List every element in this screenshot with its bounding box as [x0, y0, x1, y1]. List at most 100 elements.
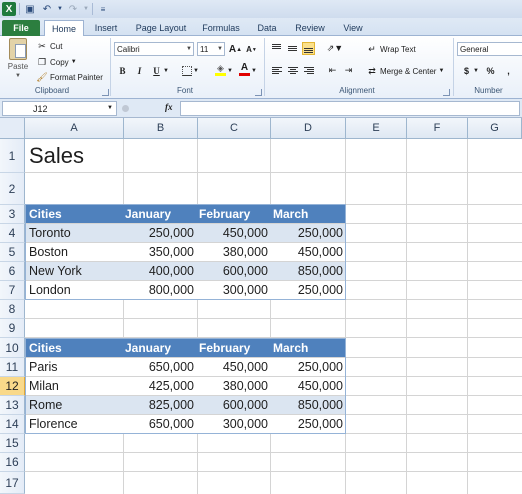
- column-header-d[interactable]: D: [271, 118, 346, 139]
- cut-button[interactable]: ✂ Cut: [36, 40, 62, 52]
- middle-align-button[interactable]: [286, 42, 299, 55]
- percent-button[interactable]: %: [484, 64, 497, 77]
- january-cell[interactable]: 650,000: [123, 358, 196, 376]
- tab-data[interactable]: Data: [250, 20, 284, 36]
- formula-bar-handle[interactable]: [122, 105, 129, 112]
- tab-review[interactable]: Review: [288, 20, 332, 36]
- city-cell[interactable]: Milan: [27, 377, 122, 395]
- borders-button[interactable]: [180, 64, 193, 77]
- column-header-g[interactable]: G: [468, 118, 522, 139]
- name-box[interactable]: J12 ▼: [2, 101, 117, 116]
- city-cell[interactable]: Rome: [27, 396, 122, 414]
- align-right-button[interactable]: [302, 64, 315, 77]
- top-align-button[interactable]: [270, 42, 283, 55]
- february-cell[interactable]: 450,000: [197, 224, 270, 242]
- orientation-button[interactable]: ⇗▼: [326, 42, 344, 55]
- city-cell[interactable]: Toronto: [27, 224, 122, 242]
- march-cell[interactable]: 250,000: [271, 415, 345, 433]
- table2-header-cities[interactable]: Cities: [27, 339, 122, 357]
- worksheet-grid[interactable]: A B C D E F G 1 2 3 4 5 6 7 8 9 10 11 12…: [0, 118, 522, 494]
- redo-icon[interactable]: ↷: [66, 2, 80, 16]
- march-cell[interactable]: 450,000: [271, 243, 345, 261]
- february-cell[interactable]: 300,000: [197, 281, 270, 299]
- shrink-font-button[interactable]: A ▼: [245, 43, 258, 56]
- merge-center-button[interactable]: ⇄ Merge & Center ▼: [366, 65, 444, 77]
- row-header-6[interactable]: 6: [0, 262, 25, 281]
- sheet-title-cell[interactable]: Sales: [29, 139, 84, 173]
- february-cell[interactable]: 600,000: [197, 262, 270, 280]
- january-cell[interactable]: 400,000: [123, 262, 196, 280]
- clipboard-launcher-icon[interactable]: [102, 89, 109, 96]
- fill-color-button[interactable]: ◈: [214, 62, 227, 77]
- alignment-launcher-icon[interactable]: [443, 89, 450, 96]
- row-header-8[interactable]: 8: [0, 300, 25, 319]
- wrap-text-button[interactable]: ↵ Wrap Text: [366, 43, 416, 55]
- tab-view[interactable]: View: [336, 20, 370, 36]
- table2-header-march[interactable]: March: [271, 339, 343, 357]
- undo-icon[interactable]: ↶: [40, 2, 54, 16]
- january-cell[interactable]: 825,000: [123, 396, 196, 414]
- currency-button[interactable]: $: [460, 64, 473, 77]
- january-cell[interactable]: 425,000: [123, 377, 196, 395]
- march-cell[interactable]: 250,000: [271, 358, 345, 376]
- row-header-5[interactable]: 5: [0, 243, 25, 262]
- redo-dropdown-icon[interactable]: ▼: [83, 2, 89, 16]
- january-cell[interactable]: 350,000: [123, 243, 196, 261]
- row-header-17[interactable]: 17: [0, 472, 25, 494]
- column-header-b[interactable]: B: [124, 118, 198, 139]
- customize-toolbar-icon[interactable]: ≡: [96, 2, 110, 16]
- row-header-7[interactable]: 7: [0, 281, 25, 300]
- row-header-9[interactable]: 9: [0, 319, 25, 338]
- row-header-2[interactable]: 2: [0, 173, 25, 205]
- paste-button[interactable]: Paste ▼: [4, 38, 32, 82]
- select-all-corner[interactable]: [0, 118, 25, 139]
- city-cell[interactable]: Florence: [27, 415, 122, 433]
- bottom-align-button[interactable]: [302, 42, 315, 55]
- tab-formulas[interactable]: Formulas: [196, 20, 246, 36]
- february-cell[interactable]: 600,000: [197, 396, 270, 414]
- row-header-16[interactable]: 16: [0, 453, 25, 472]
- align-center-button[interactable]: [286, 64, 299, 77]
- city-cell[interactable]: London: [27, 281, 122, 299]
- undo-dropdown-icon[interactable]: ▼: [57, 2, 63, 16]
- chevron-down-icon[interactable]: ▼: [251, 64, 257, 77]
- row-header-11[interactable]: 11: [0, 358, 25, 377]
- increase-indent-button[interactable]: ⇥: [342, 64, 355, 77]
- tab-file[interactable]: File: [2, 20, 40, 36]
- table2-header-january[interactable]: January: [123, 339, 195, 357]
- city-cell[interactable]: New York: [27, 262, 122, 280]
- align-left-button[interactable]: [270, 64, 283, 77]
- format-painter-button[interactable]: 🖌 Format Painter: [36, 71, 103, 83]
- tab-page-layout[interactable]: Page Layout: [128, 20, 194, 36]
- font-size-select[interactable]: 11 ▼: [197, 42, 225, 56]
- row-header-15[interactable]: 15: [0, 434, 25, 453]
- january-cell[interactable]: 250,000: [123, 224, 196, 242]
- save-icon[interactable]: ▣: [23, 2, 37, 16]
- january-cell[interactable]: 800,000: [123, 281, 196, 299]
- row-header-4[interactable]: 4: [0, 224, 25, 243]
- font-color-button[interactable]: A: [238, 62, 251, 77]
- column-header-f[interactable]: F: [407, 118, 468, 139]
- row-header-13[interactable]: 13: [0, 396, 25, 415]
- february-cell[interactable]: 380,000: [197, 243, 270, 261]
- table1-header-february[interactable]: February: [197, 205, 269, 223]
- march-cell[interactable]: 250,000: [271, 224, 345, 242]
- row-header-12[interactable]: 12: [0, 377, 25, 396]
- row-header-14[interactable]: 14: [0, 415, 25, 434]
- chevron-down-icon[interactable]: ▼: [227, 64, 233, 77]
- chevron-down-icon[interactable]: ▼: [473, 64, 479, 77]
- chevron-down-icon[interactable]: ▼: [163, 64, 169, 77]
- column-header-a[interactable]: A: [25, 118, 124, 139]
- february-cell[interactable]: 450,000: [197, 358, 270, 376]
- copy-button[interactable]: ❐ Copy ▼: [36, 56, 77, 68]
- row-header-3[interactable]: 3: [0, 205, 25, 224]
- january-cell[interactable]: 650,000: [123, 415, 196, 433]
- table1-header-cities[interactable]: Cities: [27, 205, 122, 223]
- tab-insert[interactable]: Insert: [88, 20, 124, 36]
- february-cell[interactable]: 380,000: [197, 377, 270, 395]
- table1-header-january[interactable]: January: [123, 205, 195, 223]
- number-format-select[interactable]: General: [457, 42, 522, 56]
- table2-header-february[interactable]: February: [197, 339, 269, 357]
- march-cell[interactable]: 450,000: [271, 377, 345, 395]
- march-cell[interactable]: 850,000: [271, 262, 345, 280]
